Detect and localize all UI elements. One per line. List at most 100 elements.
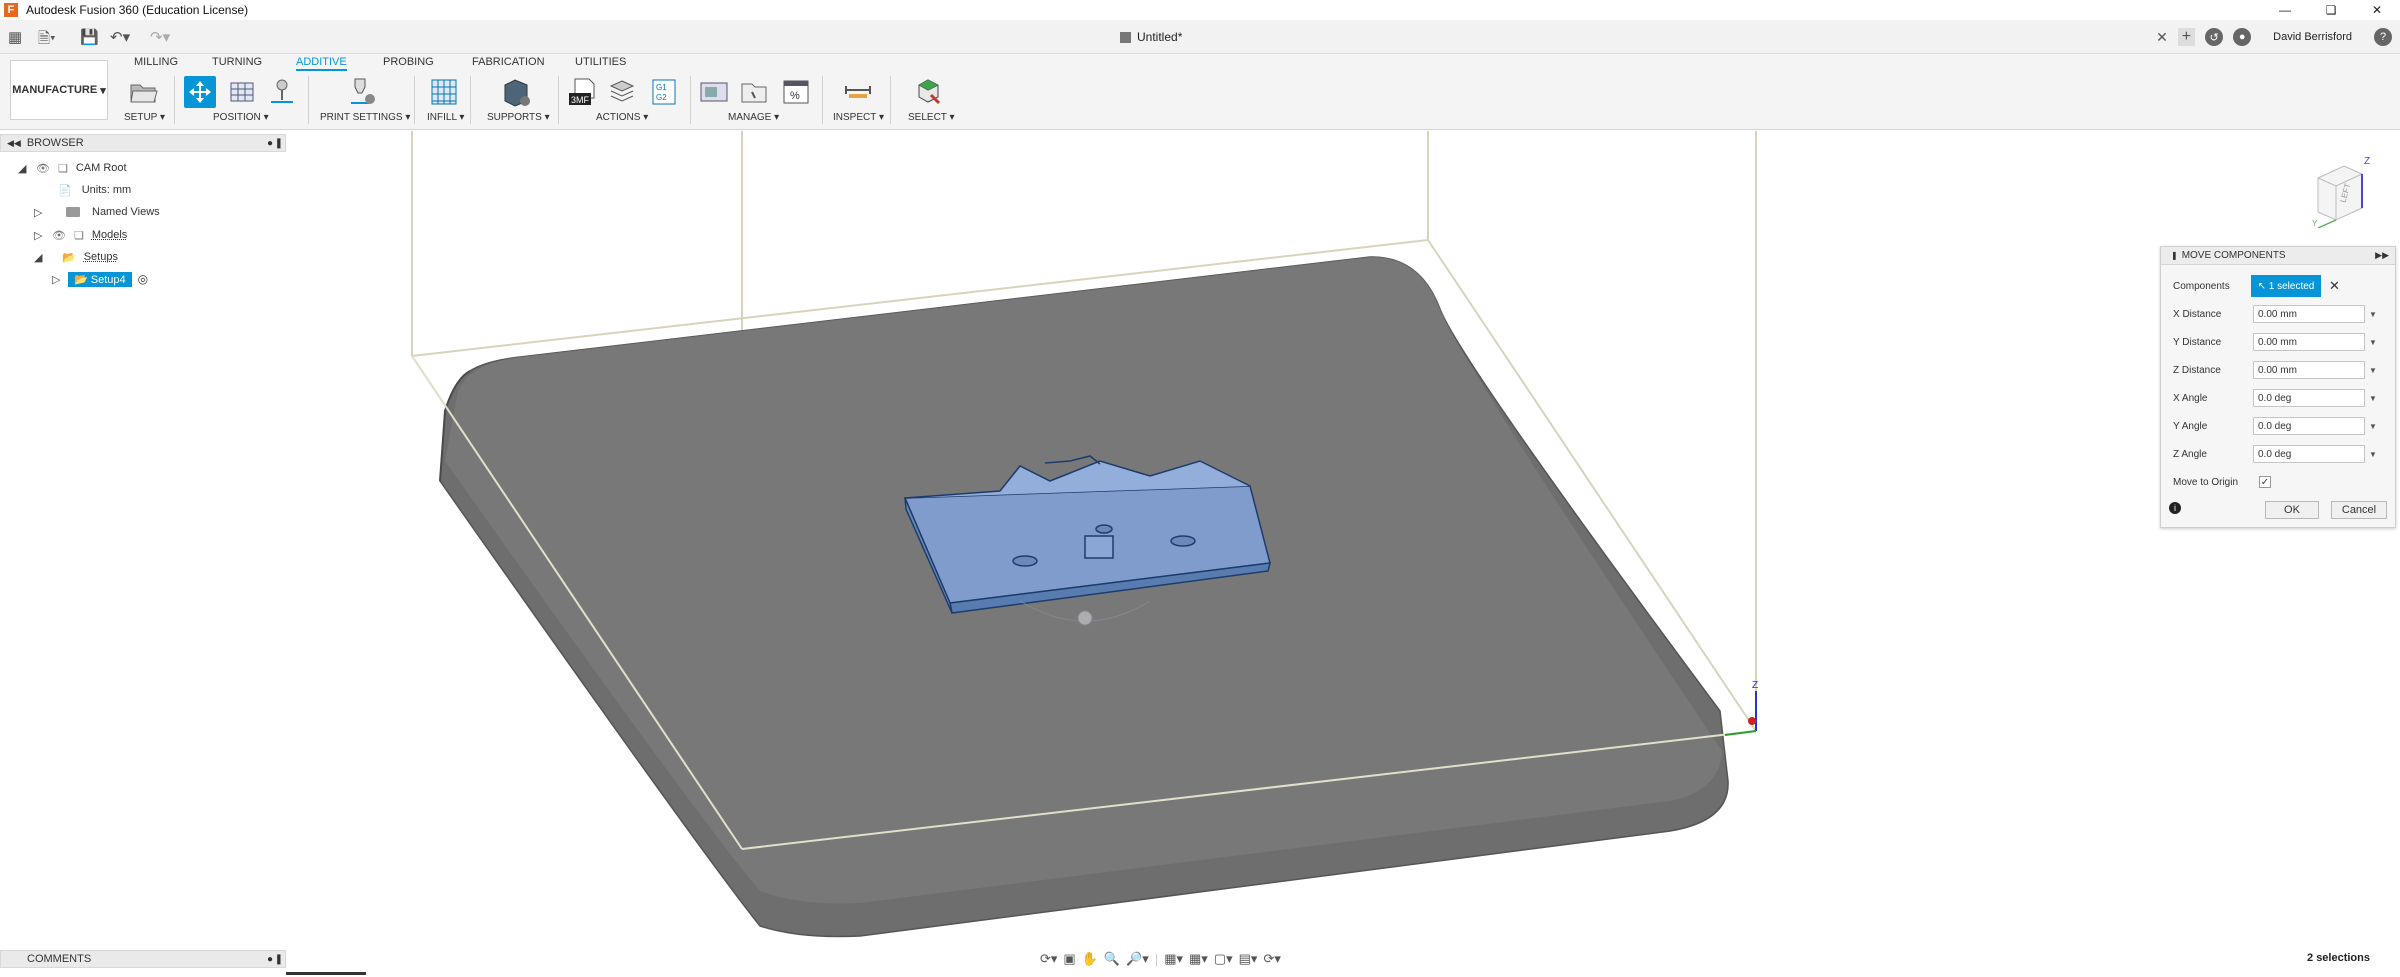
- file-menu-icon[interactable]: 🗎▾: [38, 28, 56, 53]
- place-parts-button[interactable]: [226, 76, 258, 108]
- comments-add-icon[interactable]: ●: [267, 954, 273, 965]
- pan-icon[interactable]: ✋: [1082, 951, 1098, 967]
- expand-triangle-icon[interactable]: ▷: [34, 206, 44, 219]
- group-supports[interactable]: SUPPORTS ▾: [487, 112, 550, 123]
- template-library-button[interactable]: [738, 76, 770, 108]
- tab-turning[interactable]: TURNING: [212, 56, 262, 68]
- dropdown-arrow-icon[interactable]: ▼: [2369, 394, 2377, 403]
- zoom-icon[interactable]: 🔍: [1104, 951, 1120, 967]
- print-settings-button[interactable]: [346, 76, 378, 108]
- new-setup-button[interactable]: [128, 76, 160, 108]
- workspace-switcher[interactable]: MANUFACTURE ▾: [10, 60, 108, 120]
- y-distance-input[interactable]: 0.00 mm: [2253, 333, 2365, 351]
- group-actions[interactable]: ACTIONS ▾: [596, 112, 648, 123]
- eye-icon[interactable]: 👁: [52, 229, 66, 242]
- supports-button[interactable]: [500, 76, 532, 108]
- group-select[interactable]: SELECT ▾: [908, 112, 955, 123]
- machine-library-button[interactable]: [698, 76, 730, 108]
- dropdown-arrow-icon[interactable]: ▼: [2369, 422, 2377, 431]
- tree-item-setup4[interactable]: ▷ 📂 Setup4 ◎: [52, 269, 148, 289]
- tree-item-setups[interactable]: ◢ 📂 Setups: [34, 247, 118, 267]
- info-icon[interactable]: i: [2169, 502, 2181, 514]
- browser-pin-icon[interactable]: ●: [267, 138, 273, 149]
- z-angle-input[interactable]: 0.0 deg: [2253, 445, 2365, 463]
- collapse-triangle-icon[interactable]: ◢: [34, 251, 44, 264]
- tree-item-models[interactable]: ▷ 👁 ❏ Models: [34, 225, 127, 245]
- view-cube[interactable]: Z Y LEFT: [2310, 152, 2370, 229]
- redo-icon[interactable]: ↷▾: [150, 28, 170, 46]
- minimize-icon[interactable]: —: [2262, 0, 2308, 20]
- close-tab-icon[interactable]: ✕: [2156, 29, 2168, 46]
- dropdown-arrow-icon[interactable]: ▼: [2369, 338, 2377, 347]
- tab-fabrication[interactable]: FABRICATION: [472, 56, 545, 68]
- cancel-button[interactable]: Cancel: [2331, 501, 2387, 519]
- z-distance-input[interactable]: 0.00 mm: [2253, 361, 2365, 379]
- undo-icon[interactable]: ↶▾: [110, 28, 130, 46]
- tab-milling[interactable]: MILLING: [134, 56, 178, 68]
- collapse-triangle-icon[interactable]: ◢: [18, 162, 28, 175]
- infill-button[interactable]: [428, 76, 460, 108]
- refresh-icon[interactable]: ⟳▾: [1263, 951, 1280, 967]
- new-tab-icon[interactable]: +: [2177, 28, 2196, 46]
- restore-icon[interactable]: ❏: [2308, 0, 2354, 20]
- document-tab[interactable]: Untitled*: [1120, 30, 1182, 44]
- close-icon[interactable]: ✕: [2354, 0, 2400, 20]
- group-infill[interactable]: INFILL ▾: [427, 112, 464, 123]
- viewport-canvas[interactable]: Z: [0, 131, 2400, 946]
- export-3mf-button[interactable]: 3MF: [566, 76, 598, 108]
- pin-position-button[interactable]: [266, 76, 298, 108]
- tree-item-named-views[interactable]: ▷ Named Views: [34, 202, 160, 222]
- group-setup[interactable]: SETUP ▾: [124, 112, 165, 123]
- job-status-icon[interactable]: ●: [2233, 28, 2252, 46]
- components-label: Components: [2173, 280, 2230, 292]
- viewports-icon[interactable]: ▢▾: [1214, 951, 1233, 967]
- x-angle-input[interactable]: 0.0 deg: [2253, 389, 2365, 407]
- tab-probing[interactable]: PROBING: [383, 56, 434, 68]
- dropdown-arrow-icon[interactable]: ▼: [2369, 366, 2377, 375]
- user-name[interactable]: David Berrisford: [2273, 31, 2352, 43]
- tree-item-cam-root[interactable]: ◢ 👁 ❏ CAM Root: [18, 158, 127, 178]
- effects-icon[interactable]: ▤▾: [1239, 951, 1258, 967]
- select-button[interactable]: [912, 76, 944, 108]
- extensions-icon[interactable]: ↺: [2205, 28, 2224, 46]
- units-icon: 📄: [58, 184, 72, 197]
- group-position[interactable]: POSITION ▾: [213, 112, 269, 123]
- simulate-layers-button[interactable]: [606, 76, 638, 108]
- move-to-origin-checkbox[interactable]: ✓: [2259, 476, 2271, 488]
- post-library-button[interactable]: %: [780, 76, 812, 108]
- generate-gcode-button[interactable]: G1 G2: [648, 76, 680, 108]
- save-icon[interactable]: 💾: [80, 28, 99, 46]
- display-settings-icon[interactable]: ▦▾: [1164, 951, 1183, 967]
- ok-button[interactable]: OK: [2265, 501, 2319, 519]
- setup4-selected[interactable]: 📂 Setup4: [68, 271, 132, 287]
- expand-triangle-icon[interactable]: ▷: [52, 273, 62, 286]
- tab-additive[interactable]: ADDITIVE: [296, 56, 347, 71]
- expand-triangle-icon[interactable]: ▷: [34, 229, 44, 242]
- group-print-settings[interactable]: PRINT SETTINGS ▾: [320, 112, 410, 123]
- tab-utilities[interactable]: UTILITIES: [575, 56, 626, 68]
- group-inspect[interactable]: INSPECT ▾: [833, 112, 884, 123]
- activate-setup-icon[interactable]: ◎: [138, 272, 148, 286]
- tree-item-units[interactable]: 📄 Units: mm: [58, 180, 131, 200]
- comments-expand-icon[interactable]: ❚: [275, 954, 283, 965]
- clear-selection-icon[interactable]: ✕: [2329, 278, 2340, 294]
- fit-icon[interactable]: 🔎▾: [1126, 951, 1149, 967]
- orbit-icon[interactable]: ⟳▾: [1040, 951, 1057, 967]
- y-angle-input[interactable]: 0.0 deg: [2253, 417, 2365, 435]
- look-at-icon[interactable]: ▣: [1063, 951, 1075, 967]
- eye-icon[interactable]: 👁: [36, 162, 50, 175]
- browser-expand-icon[interactable]: ❚: [275, 138, 283, 149]
- dropdown-arrow-icon[interactable]: ▼: [2369, 310, 2377, 319]
- group-manage[interactable]: MANAGE ▾: [728, 112, 779, 123]
- help-icon[interactable]: ?: [2374, 28, 2392, 46]
- grid-settings-icon[interactable]: ▦▾: [1189, 951, 1208, 967]
- grid-menu-icon[interactable]: ▦: [8, 28, 22, 46]
- move-components-button[interactable]: [184, 76, 216, 108]
- dialog-expand-icon[interactable]: ▶▶: [2375, 250, 2389, 261]
- measure-button[interactable]: [842, 76, 874, 108]
- x-distance-input[interactable]: 0.00 mm: [2253, 305, 2365, 323]
- tree-label: Units: mm: [81, 184, 132, 196]
- components-selection-button[interactable]: ↖ 1 selected: [2251, 275, 2321, 297]
- collapse-browser-icon[interactable]: ◀◀: [7, 138, 21, 149]
- dropdown-arrow-icon[interactable]: ▼: [2369, 450, 2377, 459]
